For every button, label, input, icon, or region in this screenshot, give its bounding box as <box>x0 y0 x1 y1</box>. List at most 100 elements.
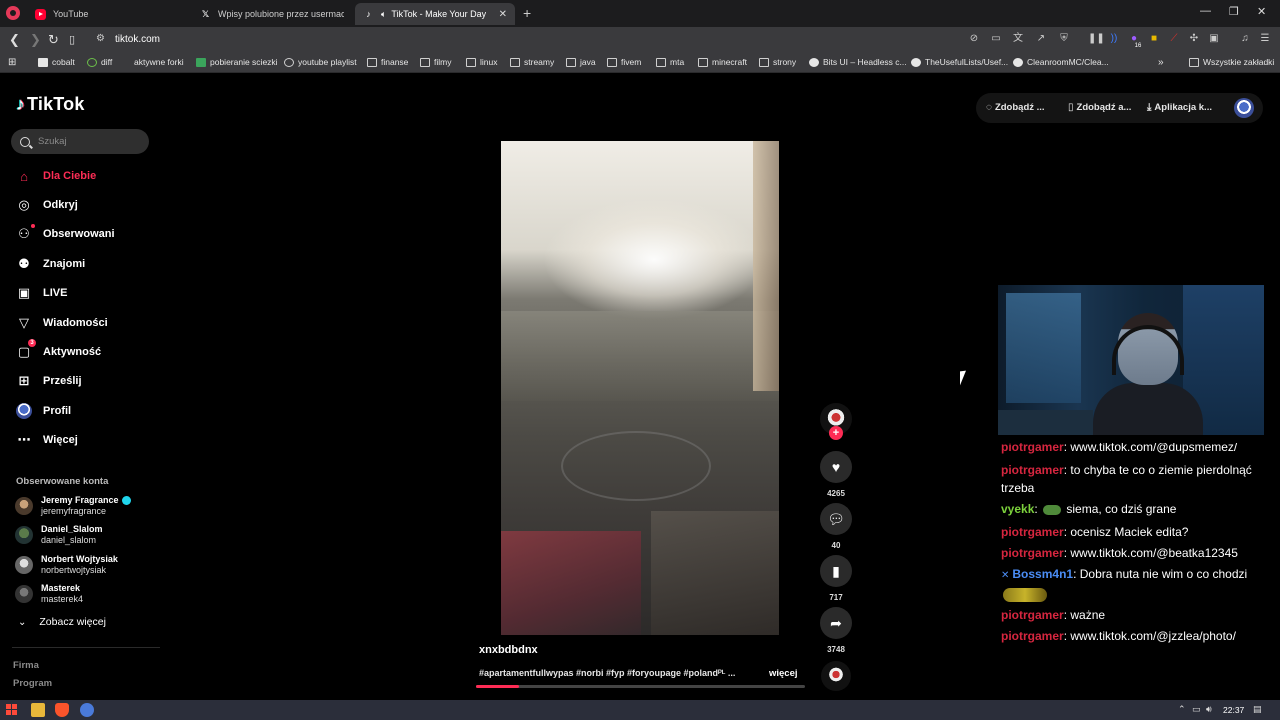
followed-account[interactable]: Jeremy Fragrance jeremyfragrance <box>15 495 131 517</box>
footer-link[interactable]: Firma <box>13 660 39 671</box>
bookmark-java[interactable]: java <box>566 57 596 67</box>
sidebar-icon[interactable]: ▣ <box>1208 33 1220 45</box>
extension-red-icon[interactable]: ⟋ <box>1168 33 1180 45</box>
notifications-icon[interactable]: ▤ <box>1253 704 1262 715</box>
music-disc[interactable] <box>821 661 851 691</box>
bookmark-mta[interactable]: mta <box>656 57 684 67</box>
tiktok-logo[interactable]: ♪ TikTok <box>16 94 85 115</box>
bookmark-usefullists[interactable]: TheUsefulLists/Usef... <box>911 57 1008 67</box>
app-icon[interactable] <box>80 703 94 717</box>
tray-chevron-icon[interactable]: ⌃ <box>1178 704 1186 715</box>
taskbar: ⌃ ▭ 🔊︎ 22:37 ▤ <box>0 700 1280 720</box>
close-tab-icon[interactable]: ✕ <box>499 9 507 20</box>
bookmark-bits-ui[interactable]: Bits UI – Headless c... <box>809 57 907 67</box>
start-button[interactable] <box>6 704 17 715</box>
get-app-button[interactable]: ▯ Zdobądź a... <box>1068 102 1131 113</box>
close-window-button[interactable]: ✕ <box>1257 5 1266 18</box>
share-count: 3748 <box>827 645 845 654</box>
speaker-icon[interactable]: 🔈︎ <box>381 9 386 20</box>
bookmark-strony[interactable]: strony <box>759 57 796 67</box>
bookmark-cobalt[interactable]: cobalt <box>38 57 75 67</box>
restore-button[interactable]: ❐ <box>1229 5 1239 18</box>
nav-following[interactable]: ⚇ Obserwowani <box>16 224 115 244</box>
nav-live[interactable]: ▣ LIVE <box>16 283 68 303</box>
extension-wave-icon[interactable]: )) <box>1108 33 1120 45</box>
share-icon[interactable]: ↗ <box>1035 33 1047 45</box>
nav-upload[interactable]: ⊞ Prześlij <box>16 371 82 391</box>
bookmark-aktywne-forki[interactable]: aktywne forki <box>124 57 184 67</box>
bookmark-youtube-playlist[interactable]: youtube playlist <box>284 57 357 67</box>
new-tab-button[interactable]: + <box>523 5 531 21</box>
forward-icon[interactable]: ❯ <box>30 32 41 48</box>
chat-message: vyekk: siema, co dziś grane <box>1001 502 1177 516</box>
apps-icon[interactable]: ⊞ <box>8 57 16 68</box>
minimize-button[interactable]: — <box>1200 5 1211 17</box>
nav-explore[interactable]: ◎ Odkryj <box>16 195 78 215</box>
comment-button[interactable]: 💬︎ <box>820 503 852 535</box>
see-more-button[interactable]: ⌄ Zobacz więcej <box>18 616 106 628</box>
search-icon[interactable] <box>20 136 30 147</box>
github-icon <box>911 57 921 67</box>
folder-icon <box>466 57 476 67</box>
bookmark-streamy[interactable]: streamy <box>510 57 554 67</box>
follow-plus-icon[interactable]: + <box>829 426 843 440</box>
followed-account[interactable]: Daniel_Slalom daniel_slalom <box>15 524 103 546</box>
nav-profile[interactable]: Profil <box>16 401 71 421</box>
profile-avatar[interactable] <box>1234 98 1254 118</box>
nav-for-you[interactable]: ⌂ Dla Ciebie <box>16 166 96 186</box>
bookmarks-overflow-icon[interactable]: » <box>1158 57 1164 68</box>
media-icon[interactable]: ♫ <box>1239 33 1251 45</box>
more-button[interactable]: więcej <box>769 668 798 679</box>
bookmark-finanse[interactable]: finanse <box>367 57 408 67</box>
nav-activity[interactable]: ▢ 3 Aktywność <box>16 339 101 362</box>
home-icon: ⌂ <box>20 168 28 184</box>
desktop-app-button[interactable]: ⤓ Aplikacja k... <box>1147 102 1212 113</box>
get-coins-button[interactable]: ◌ Zdobądź ... <box>986 102 1045 113</box>
bookmark-pobieranie[interactable]: pobieranie sciezki <box>196 57 278 67</box>
bookmark-icon[interactable]: ▯ <box>69 33 75 46</box>
volume-icon[interactable]: 🔊︎ <box>1206 704 1212 715</box>
tab-youtube[interactable]: YouTube <box>27 3 192 25</box>
bookmark-linux[interactable]: linux <box>466 57 497 67</box>
share-button[interactable]: ➦ <box>820 607 852 639</box>
bookmark-minecraft[interactable]: minecraft <box>698 57 747 67</box>
file-explorer-icon[interactable] <box>31 703 45 717</box>
brave-browser-icon[interactable] <box>55 703 69 717</box>
nav-messages[interactable]: ▽ Wiadomości <box>16 313 108 333</box>
back-icon[interactable]: ❮ <box>9 32 20 48</box>
site-settings-icon[interactable]: ⚙︎ <box>96 33 105 44</box>
video-author[interactable]: xnxbdbdnx <box>479 644 538 656</box>
bookmark-cleanroommc[interactable]: CleanroomMC/Clea... <box>1013 57 1109 67</box>
tab-tiktok[interactable]: ♪ 🔈︎ TikTok - Make Your Day ✕ <box>355 3 515 25</box>
shield-icon[interactable]: ⛨ <box>1058 33 1070 45</box>
followed-account[interactable]: Norbert Wojtysiak norbertwojtysiak <box>15 554 118 576</box>
followed-accounts-title: Obserwowane konta <box>16 476 109 487</box>
tab-x[interactable]: 𝕏 Wpisy polubione przez usermaciej (@ <box>192 3 352 25</box>
search-input[interactable] <box>38 136 138 147</box>
video-progress-bar[interactable] <box>476 685 805 688</box>
url-field[interactable]: tiktok.com <box>115 34 160 45</box>
extension-yellow-icon[interactable]: ■ <box>1148 33 1160 45</box>
webcam-window <box>1006 293 1081 403</box>
divider <box>12 647 160 648</box>
network-icon[interactable]: ▭ <box>1192 704 1201 715</box>
all-bookmarks[interactable]: Wszystkie zakładki <box>1189 57 1274 67</box>
menu-icon[interactable]: ☰ <box>1259 33 1271 45</box>
bookmark-diff[interactable]: diff <box>87 57 112 67</box>
footer-link[interactable]: Program <box>13 678 52 689</box>
cast-icon[interactable]: ▭ <box>990 33 1002 45</box>
save-button[interactable]: ▮ <box>820 555 852 587</box>
nav-friends[interactable]: ⚉ Znajomi <box>16 254 85 274</box>
bookmark-fivem[interactable]: fivem <box>607 57 641 67</box>
translate-icon[interactable]: 文 <box>1012 33 1024 45</box>
nav-more[interactable]: ⋯ Więcej <box>16 430 78 450</box>
bookmark-filmy[interactable]: filmy <box>420 57 451 67</box>
pause-icon[interactable]: ❚❚ <box>1088 33 1105 45</box>
video-player[interactable] <box>501 141 779 635</box>
reload-icon[interactable]: ↻ <box>48 32 59 48</box>
no-translate-icon[interactable]: ⊘ <box>968 33 980 45</box>
extensions-icon[interactable]: ✣ <box>1188 33 1200 45</box>
like-button[interactable]: ♥ <box>820 451 852 483</box>
browser-menu-icon[interactable] <box>6 6 20 20</box>
followed-account[interactable]: Masterek masterek4 <box>15 583 83 605</box>
